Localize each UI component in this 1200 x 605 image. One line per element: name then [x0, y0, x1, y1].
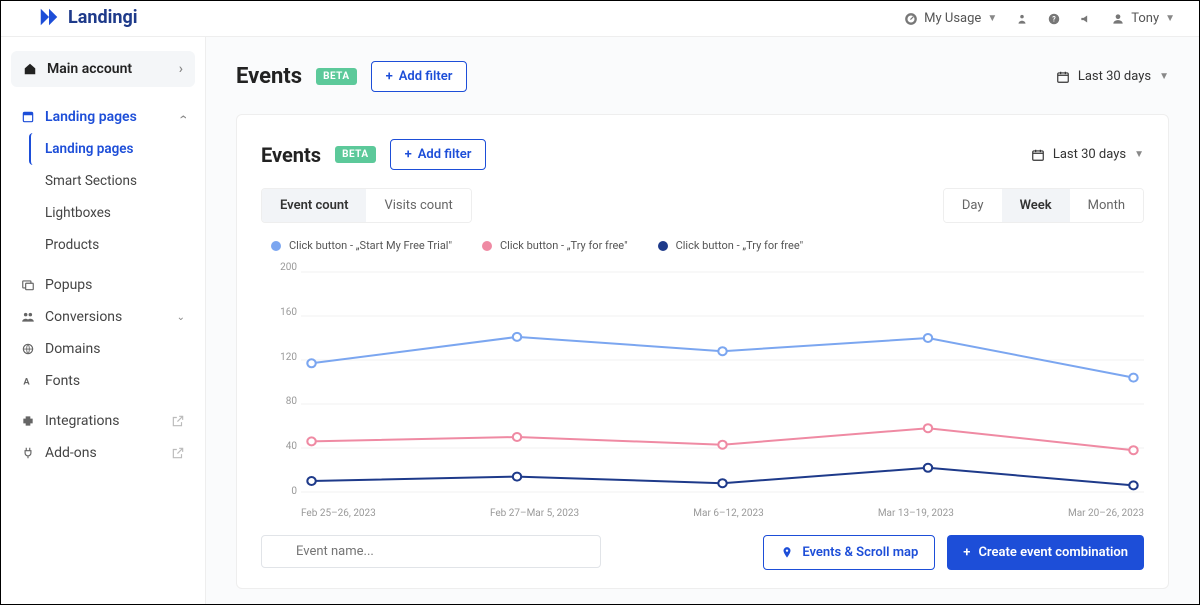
svg-text:A: A [23, 377, 30, 388]
chevron-down-icon: ▼ [987, 13, 997, 24]
help-icon[interactable]: ? [1047, 12, 1061, 26]
chevron-up-icon: › [175, 115, 191, 119]
add-filter-button-card[interactable]: + Add filter [390, 139, 487, 170]
gauge-icon [904, 12, 918, 26]
chevron-down-icon: ▼ [1159, 71, 1169, 82]
home-icon [23, 62, 37, 76]
events-scroll-map-button[interactable]: Events & Scroll map [763, 535, 935, 570]
font-icon: A [21, 374, 35, 388]
user-menu[interactable]: Tony ▼ [1111, 11, 1175, 26]
tab-week[interactable]: Week [1002, 189, 1070, 222]
announcements-icon[interactable] [1079, 12, 1093, 26]
external-link-icon [171, 446, 185, 460]
plus-icon: + [405, 147, 412, 162]
legend-item[interactable]: Click button - „Start My Free Trial" [271, 239, 452, 252]
beta-badge: BETA [316, 68, 357, 85]
chevron-right-icon: › [179, 61, 183, 77]
legend-item[interactable]: Click button - „Try for free" [482, 239, 628, 252]
create-event-combination-button[interactable]: + Create event combination [947, 535, 1144, 570]
page-title: Events [236, 64, 302, 89]
legend-item[interactable]: Click button - „Try for free" [658, 239, 804, 252]
chevron-down-icon: ▼ [1165, 13, 1175, 24]
landingi-logo-icon [38, 6, 60, 28]
chevron-down-icon: ⌄ [177, 312, 185, 323]
sidebar-item-domains[interactable]: Domains [11, 333, 195, 365]
my-usage-dropdown[interactable]: My Usage ▼ [904, 11, 997, 26]
chevron-down-icon: ▼ [1134, 149, 1144, 160]
page-icon [21, 110, 35, 124]
sidebar-item-landing-pages-sub[interactable]: Landing pages [29, 133, 195, 165]
date-range-picker[interactable]: Last 30 days ▼ [1056, 69, 1169, 84]
sidebar-item-products[interactable]: Products [11, 229, 195, 261]
beta-badge: BETA [335, 146, 376, 163]
card-title: Events [261, 143, 321, 167]
brand-logo[interactable]: Landingi [28, 6, 148, 38]
chart-legend: Click button - „Start My Free Trial" Cli… [261, 239, 1144, 252]
plus-icon: + [963, 545, 970, 560]
popup-icon [21, 278, 35, 292]
range-tabs: Day Week Month [943, 188, 1144, 223]
globe-icon [21, 342, 35, 356]
count-tabs: Event count Visits count [261, 188, 472, 223]
sidebar-item-smart-sections[interactable]: Smart Sections [11, 165, 195, 197]
tab-event-count[interactable]: Event count [262, 189, 366, 222]
account-icon[interactable] [1015, 12, 1029, 26]
plug-icon [21, 446, 35, 460]
external-link-icon [171, 414, 185, 428]
account-switcher[interactable]: Main account › [11, 51, 195, 87]
sidebar-item-addons[interactable]: Add-ons [11, 437, 195, 469]
events-card: Events BETA + Add filter Last 30 days ▼ … [236, 114, 1169, 589]
date-range-picker-card[interactable]: Last 30 days ▼ [1031, 147, 1144, 162]
event-search-input[interactable] [261, 535, 601, 568]
sidebar-item-landing-pages[interactable]: Landing pages › [11, 101, 195, 133]
sidebar-item-conversions[interactable]: Conversions ⌄ [11, 301, 195, 333]
sidebar-item-popups[interactable]: Popups [11, 269, 195, 301]
user-icon [1111, 12, 1125, 26]
sidebar-item-integrations[interactable]: Integrations [11, 405, 195, 437]
brand-name: Landingi [68, 7, 138, 28]
people-icon [21, 310, 35, 324]
svg-text:?: ? [1052, 15, 1056, 23]
line-chart: 20016012080400 Feb 25–26, 2023Feb 27–Mar… [261, 262, 1144, 519]
puzzle-icon [21, 414, 35, 428]
pin-icon [780, 546, 794, 560]
tab-day[interactable]: Day [944, 189, 1002, 222]
tab-month[interactable]: Month [1070, 189, 1143, 222]
calendar-icon [1056, 70, 1070, 84]
main-content: Events BETA + Add filter Last 30 days ▼ … [206, 37, 1199, 604]
sidebar-item-fonts[interactable]: A Fonts [11, 365, 195, 397]
tab-visits-count[interactable]: Visits count [366, 189, 470, 222]
plus-icon: + [386, 69, 393, 84]
add-filter-button[interactable]: + Add filter [371, 61, 468, 92]
calendar-icon [1031, 148, 1045, 162]
sidebar-item-lightboxes[interactable]: Lightboxes [11, 197, 195, 229]
sidebar: Main account › Landing pages › Landing p… [1, 37, 206, 604]
